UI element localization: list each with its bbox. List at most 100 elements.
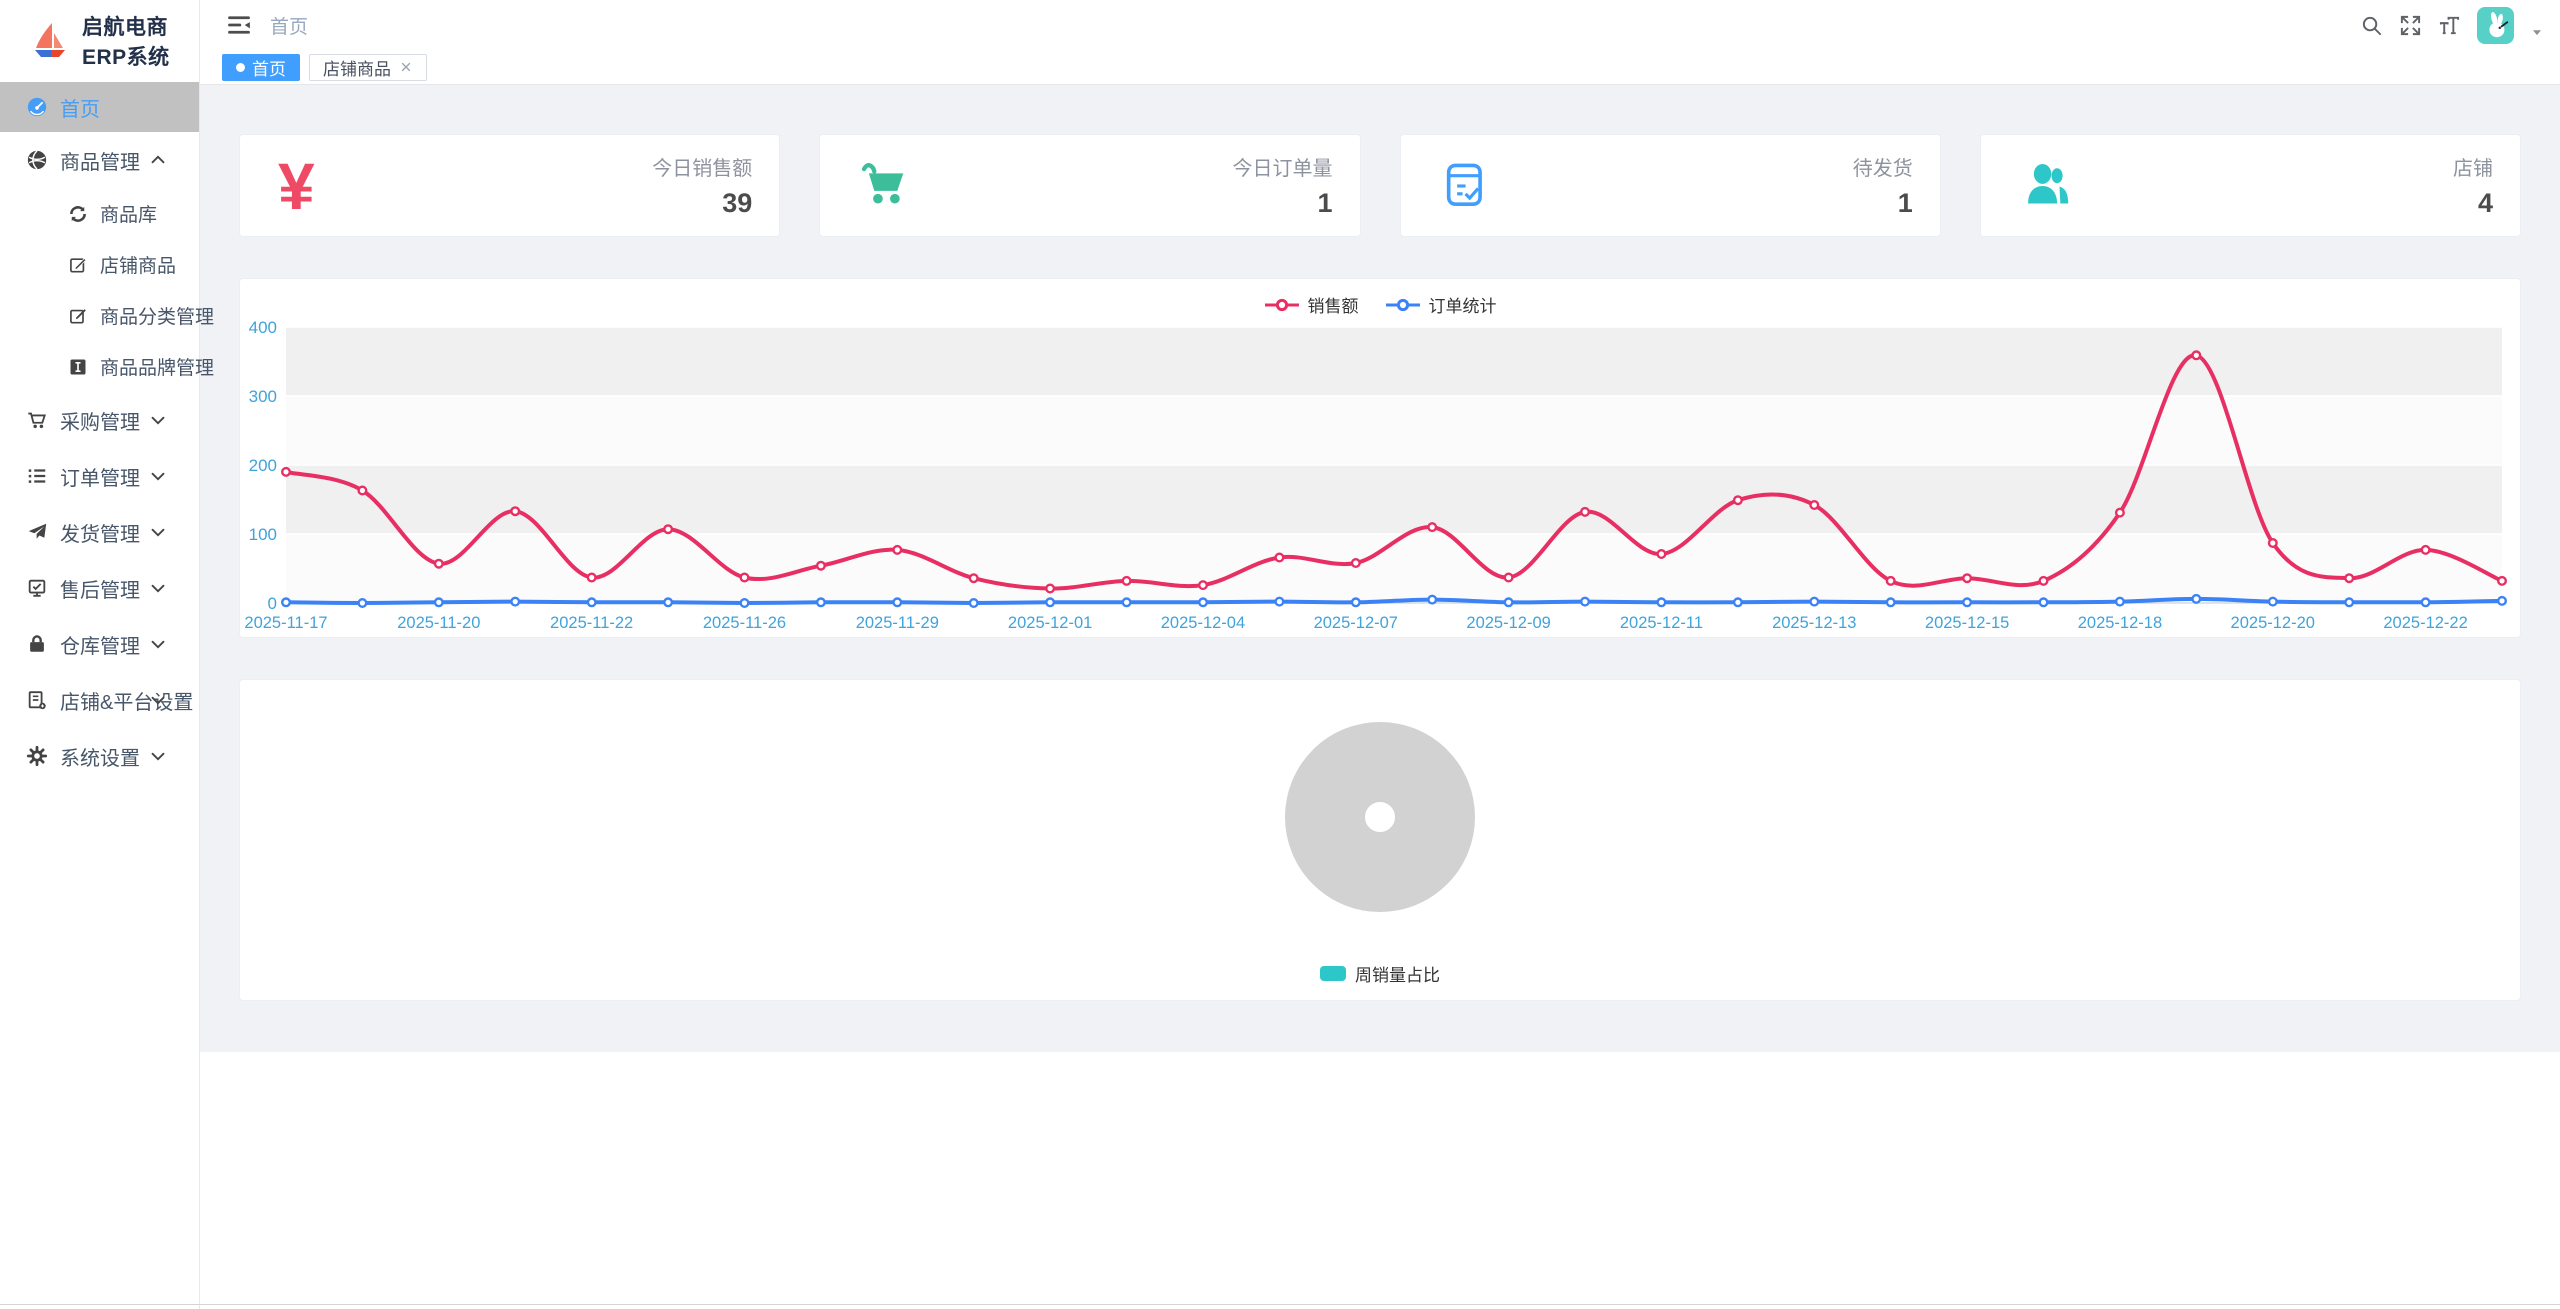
dashboard-content: ¥ 今日销售额 39 今日订单量 1 待发货 1 店铺 4 销售额 订单统计 0…: [200, 85, 2560, 1052]
x-tick-label: 2025-11-22: [550, 614, 633, 632]
search-icon[interactable]: [2360, 14, 2383, 37]
legend-item[interactable]: 销售额: [1264, 292, 1359, 317]
x-tick-label: 2025-11-29: [856, 614, 939, 632]
sidebar-item-label: 店铺&平台设置: [60, 686, 193, 715]
sidebar-item-label: 首页: [60, 93, 100, 122]
stat-info: 待发货 1: [1853, 152, 1913, 219]
legend-marker-icon: [1385, 298, 1421, 312]
sidebar-item[interactable]: 售后管理: [0, 560, 199, 616]
x-tick-label: 2025-11-20: [397, 614, 480, 632]
sidebar-subitem[interactable]: 商品品牌管理: [0, 341, 199, 392]
sidebar-item-label: 系统设置: [60, 742, 140, 771]
sidebar-item[interactable]: 采购管理: [0, 392, 199, 448]
sidebar-item[interactable]: 店铺&平台设置: [0, 672, 199, 728]
line-chart-plot: 01002003004002025-11-172025-11-202025-11…: [240, 317, 2520, 642]
x-tick-label: 2025-12-07: [1314, 614, 1398, 632]
x-tick-label: 2025-12-22: [2383, 614, 2467, 632]
fold-menu-icon[interactable]: [226, 12, 252, 38]
x-tick-label: 2025-12-09: [1466, 614, 1550, 632]
sidebar-item-label: 商品管理: [60, 146, 140, 175]
sidebar-item[interactable]: 商品管理: [0, 132, 199, 188]
stat-value: 1: [1853, 188, 1913, 219]
sailboat-logo-icon: [30, 21, 70, 61]
chevron-down-icon: [147, 521, 169, 543]
sidebar-item[interactable]: 仓库管理: [0, 616, 199, 672]
tag-label: 首页: [252, 55, 286, 80]
line-chart-legend: 销售额 订单统计: [240, 279, 2520, 317]
user-avatar[interactable]: [2477, 7, 2514, 44]
donut-svg: [240, 692, 2520, 942]
sidebar-item[interactable]: 系统设置: [0, 728, 199, 784]
stat-info: 今日销售额 39: [652, 152, 752, 219]
sidebar-item[interactable]: 首页: [0, 82, 199, 132]
week-sales-donut-chart: 周销量占比: [239, 679, 2521, 1001]
tags-bar: 首页店铺商品: [200, 50, 2560, 85]
line-chart-svg: 01002003004002025-11-172025-11-202025-11…: [240, 317, 2520, 637]
x-tick-label: 2025-12-01: [1008, 614, 1092, 632]
sidebar-item-label: 售后管理: [60, 574, 140, 603]
stat-card: ¥ 今日销售额 39: [239, 134, 780, 237]
donut-legend[interactable]: 周销量占比: [240, 961, 2520, 986]
sidebar-item[interactable]: 订单管理: [0, 448, 199, 504]
chevron-down-icon: [147, 465, 169, 487]
sidebar-subitem[interactable]: 商品库: [0, 188, 199, 239]
font-size-icon[interactable]: [2438, 14, 2461, 37]
stat-label: 待发货: [1853, 152, 1913, 181]
header-tools: [2360, 0, 2544, 50]
cart-outline-icon: [26, 409, 48, 431]
donut-legend-label: 周销量占比: [1355, 961, 1440, 986]
lock-icon: [26, 633, 48, 655]
sidebar-item-label: 订单管理: [60, 462, 140, 491]
cart-icon: [858, 157, 916, 215]
caret-down-icon[interactable]: [2530, 25, 2544, 39]
stat-info: 店铺 4: [2453, 152, 2493, 219]
breadcrumb[interactable]: 首页: [270, 12, 308, 39]
stat-label: 店铺: [2453, 152, 2493, 181]
sidebar-subitem[interactable]: 商品分类管理: [0, 290, 199, 341]
sidebar-subitem-label: 商品分类管理: [100, 302, 214, 329]
monitor-check-icon: [26, 577, 48, 599]
platform-icon: [26, 689, 48, 711]
x-tick-label: 2025-12-04: [1161, 614, 1245, 632]
sidebar-subitem[interactable]: 店铺商品: [0, 239, 199, 290]
top-header: 首页: [200, 0, 2560, 50]
legend-item[interactable]: 订单统计: [1385, 292, 1497, 317]
stat-cards-row: ¥ 今日销售额 39 今日订单量 1 待发货 1 店铺 4: [239, 134, 2521, 237]
y-tick-label: 400: [249, 318, 277, 337]
stat-value: 39: [652, 188, 752, 219]
globe-icon: [26, 149, 48, 171]
stat-card: 待发货 1: [1400, 134, 1941, 237]
chevron-up-icon: [147, 149, 169, 171]
stat-card: 店铺 4: [1980, 134, 2521, 237]
x-tick-label: 2025-12-13: [1772, 614, 1856, 632]
y-tick-label: 200: [249, 456, 277, 475]
legend-swatch: [1320, 966, 1346, 981]
sidebar-item-label: 采购管理: [60, 406, 140, 435]
close-icon[interactable]: [399, 60, 413, 74]
users-icon: [2019, 157, 2077, 215]
x-tick-label: 2025-12-18: [2078, 614, 2162, 632]
sidebar-item-label: 发货管理: [60, 518, 140, 547]
donut-plot: [240, 692, 2520, 947]
main-area: 首页: [200, 0, 2560, 85]
sidebar-subitem-label: 商品库: [100, 200, 157, 227]
stat-value: 4: [2453, 188, 2493, 219]
chevron-down-icon: [147, 577, 169, 599]
sidebar-item-label: 仓库管理: [60, 630, 140, 659]
sidebar-subitem-label: 商品品牌管理: [100, 353, 214, 380]
view-tag[interactable]: 店铺商品: [309, 54, 427, 81]
x-tick-label: 2025-12-20: [2231, 614, 2315, 632]
stat-card: 今日订单量 1: [819, 134, 1360, 237]
y-tick-label: 0: [268, 594, 277, 613]
sidebar-item[interactable]: 发货管理: [0, 504, 199, 560]
x-tick-label: 2025-11-26: [703, 614, 786, 632]
view-tag[interactable]: 首页: [222, 54, 300, 81]
brand-square-icon: [68, 357, 88, 377]
stat-label: 今日订单量: [1233, 152, 1333, 181]
list-icon: [26, 465, 48, 487]
fullscreen-icon[interactable]: [2399, 14, 2422, 37]
stat-value: 1: [1233, 188, 1333, 219]
legend-marker-icon: [1264, 298, 1300, 312]
send-icon: [26, 521, 48, 543]
package-check-icon: [1439, 157, 1497, 215]
